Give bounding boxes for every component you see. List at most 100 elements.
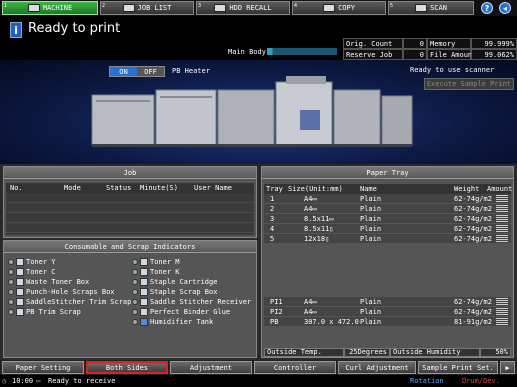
paper-level-icon	[496, 318, 508, 325]
tab-job-list[interactable]: 2 JOB LIST	[100, 1, 194, 15]
tray-weight: 62-74g/m2	[454, 298, 492, 306]
consumable-waste-toner: Waste Toner Box	[8, 277, 89, 287]
tab-number: 3	[198, 3, 202, 9]
tray-number: PI2	[270, 308, 283, 316]
copy-icon	[323, 4, 336, 12]
staple-icon	[140, 278, 148, 286]
consumable-humidifier: Humidifier Tank	[132, 317, 213, 327]
consumables-panel: Consumable and Scrap Indicators Toner Y …	[3, 240, 257, 358]
tab-hdd-recall[interactable]: 3 HDD RECALL	[196, 1, 290, 15]
consumable-punch-hole: Punch-Hole Scraps Box	[8, 287, 115, 297]
main-body-label: Main Body	[228, 48, 266, 56]
outside-temp-value: 25Degrees	[344, 348, 390, 357]
status-dot-icon	[8, 299, 14, 305]
consumable-label: PB Trim Scrap	[26, 308, 81, 316]
tab-both-sides[interactable]: Both Sides	[86, 361, 168, 374]
hdd-icon	[214, 4, 227, 12]
orig-count-label: Orig. Count	[343, 38, 403, 49]
tray-number: 2	[270, 205, 275, 213]
consumable-pb-trim: PB Trim Scrap	[8, 307, 81, 317]
tray-size: A4▭	[304, 205, 317, 213]
machine-icon	[27, 4, 40, 12]
consumable-label: Toner C	[26, 268, 56, 276]
volume-icon[interactable]: ◂	[499, 2, 511, 14]
status-dot-icon	[132, 319, 138, 325]
toggle-off[interactable]: OFF	[137, 67, 164, 76]
tab-adjustment[interactable]: Adjustment	[170, 361, 252, 374]
tray-row[interactable]: 3 8.5x11▭ Plain 62-74g/m2	[264, 214, 511, 224]
toner-icon	[16, 258, 24, 266]
punch-icon	[16, 288, 24, 296]
status-dot-icon	[132, 279, 138, 285]
tab-copy[interactable]: 4 COPY	[292, 1, 386, 15]
status-dot-icon	[8, 279, 14, 285]
consumables-title: Consumable and Scrap Indicators	[4, 241, 256, 253]
consumable-toner-k: Toner K	[132, 267, 180, 277]
tray-row[interactable]: 4 8.5x11▯ Plain 62-74g/m2	[264, 224, 511, 234]
job-table-header: No. Mode Status Minute(S) User Name	[6, 183, 254, 193]
tray-weight: 62-74g/m2	[454, 308, 492, 316]
outside-humidity-value: 50%	[480, 348, 511, 357]
tray-number: 4	[270, 225, 275, 233]
status-dot-icon	[8, 269, 14, 275]
toggle-on[interactable]: ON	[110, 67, 137, 76]
tray-table-header: Tray Size(Unit:mm) Name Weight Amount	[264, 184, 513, 194]
file-amount-value: 99.062%	[471, 49, 517, 60]
tray-row[interactable]: 5 12x18▯ Plain 62-74g/m2	[264, 234, 511, 244]
pb-heater-toggle[interactable]: ON OFF	[109, 66, 165, 77]
tab-scan[interactable]: 5 SCAN	[388, 1, 474, 15]
status-dot-icon	[8, 259, 14, 265]
job-list[interactable]	[6, 193, 254, 235]
tray-row[interactable]: PB 307.0 x 472.0 Plain 81-91g/m2	[264, 317, 511, 327]
tray-weight: 62-74g/m2	[454, 225, 492, 233]
consumable-label: SaddleStitcher Trim Scrap	[26, 298, 132, 306]
tab-number: 4	[294, 3, 298, 9]
tray-size: 8.5x11▯	[304, 225, 334, 233]
tray-paper-name: Plain	[360, 318, 382, 326]
tray-row[interactable]: 2 A4▭ Plain 62-74g/m2	[264, 204, 511, 214]
environment-bar: Outside Temp. 25Degrees Outside Humidity…	[264, 348, 511, 357]
tray-col-name: Name	[360, 185, 377, 193]
execute-sample-print-button[interactable]: Execute Sample Print	[424, 78, 514, 90]
tray-number: 1	[270, 195, 275, 203]
tab-curl-adjustment[interactable]: Curl Adjustment	[338, 361, 416, 374]
consumable-staple-cartridge: Staple Cartridge	[132, 277, 217, 287]
scan-icon	[415, 4, 428, 12]
tray-weight: 62-74g/m2	[454, 195, 492, 203]
tab-job-list-label: JOB LIST	[137, 4, 172, 12]
memory-label: Memory	[427, 38, 471, 49]
toner-icon	[16, 268, 24, 276]
status-message: Ready to print	[28, 21, 121, 36]
status-dot-icon	[132, 269, 138, 275]
receive-icon: ▭	[36, 377, 41, 385]
paper-level-icon	[496, 225, 508, 232]
job-col-minute: Minute(S)	[140, 184, 178, 192]
tray-paper-name: Plain	[360, 308, 382, 316]
tab-paper-setting[interactable]: Paper Setting	[2, 361, 84, 374]
next-arrow-icon[interactable]: ▶	[500, 361, 515, 374]
consumable-saddle-receiver: Saddle Stitcher Receiver	[132, 297, 251, 307]
tab-machine[interactable]: 1 MACHINE	[2, 1, 98, 15]
tab-controller[interactable]: Controller	[254, 361, 336, 374]
toner-icon	[140, 258, 148, 266]
tab-sample-print-set[interactable]: Sample Print Set.	[418, 361, 498, 374]
footer-drum: Drum/Dev.	[462, 377, 500, 385]
job-col-mode: Mode	[64, 184, 81, 192]
tray-row[interactable]: 1 A4▭ Plain 62-74g/m2	[264, 194, 511, 204]
footer-rotation: Rotation	[410, 377, 444, 385]
consumable-label: Staple Cartridge	[150, 278, 218, 286]
tray-number: PB	[270, 318, 279, 326]
paper-level-icon	[496, 195, 508, 202]
status-dot-icon	[8, 289, 14, 295]
tray-row[interactable]: PI2 A4▭ Plain 62-74g/m2	[264, 307, 511, 317]
tray-row[interactable]: PI1 A4▭ Plain 62-74g/m2	[264, 297, 511, 307]
counters-panel: Orig. Count 0 Memory 99.999% Reserve Job…	[343, 38, 517, 60]
toner-icon	[140, 268, 148, 276]
tray-col-weight: Weight	[454, 185, 480, 193]
tray-weight: 62-74g/m2	[454, 215, 492, 223]
tab-number: 1	[4, 3, 8, 9]
help-icon[interactable]: ?	[481, 2, 493, 14]
tray-col-amount: Amount	[487, 185, 513, 193]
tab-number: 5	[390, 3, 394, 9]
job-col-no: No.	[10, 184, 23, 192]
